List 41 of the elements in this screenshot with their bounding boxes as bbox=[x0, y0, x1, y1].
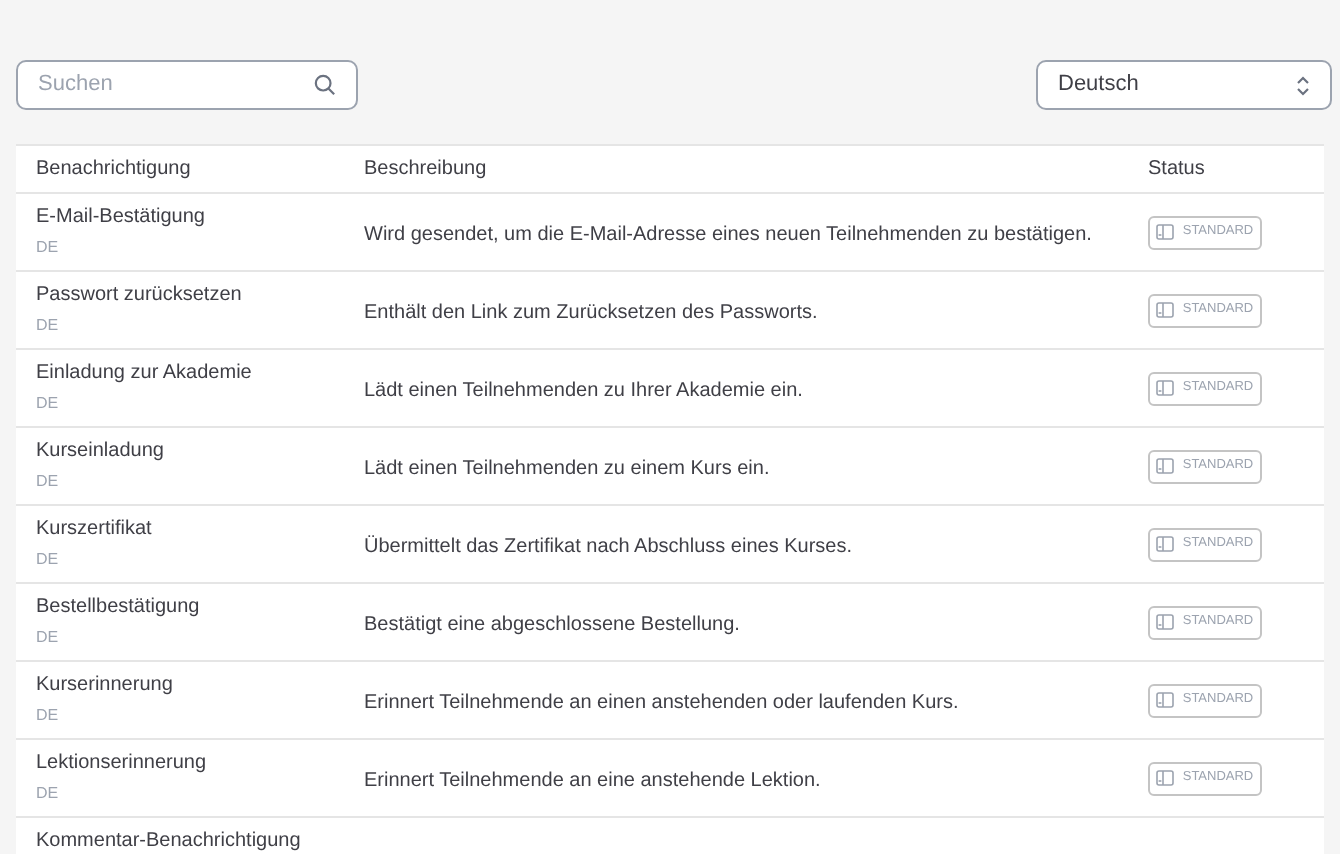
search-input[interactable]: Suchen bbox=[38, 68, 314, 102]
language-code: DE bbox=[36, 782, 61, 806]
template-icon bbox=[1156, 458, 1175, 474]
search-field[interactable]: Suchen bbox=[16, 60, 358, 110]
notification-name: Passwort zurücksetzen bbox=[36, 284, 244, 308]
language-code: DE bbox=[36, 236, 61, 260]
notification-name: Kurserinnerung bbox=[36, 674, 175, 698]
notification-description: Erinnert Teilnehmende an einen anstehenden oder laufenden Kurs. bbox=[364, 692, 959, 714]
language-code: DE bbox=[36, 626, 61, 650]
notification-name: Einladung zur Akademie bbox=[36, 362, 254, 386]
language-code: DE bbox=[36, 314, 61, 338]
notification-name: Kommentar-Benachrichtigung bbox=[36, 830, 303, 854]
chevron-up-down-icon bbox=[1296, 75, 1310, 95]
language-code: DE bbox=[36, 548, 61, 572]
notification-description: Enthält den Link zum Zurücksetzen des Passworts. bbox=[364, 302, 818, 324]
template-icon bbox=[1156, 536, 1175, 552]
search-icon bbox=[314, 74, 336, 96]
notification-description: Erinnert Teilnehmende an eine anstehende Lektion. bbox=[364, 770, 821, 792]
template-icon bbox=[1156, 614, 1175, 630]
template-icon bbox=[1156, 224, 1175, 240]
language-code: DE bbox=[36, 704, 61, 728]
language-select[interactable]: Deutsch bbox=[1036, 60, 1332, 110]
notification-description: Wird gesendet, um die E-Mail-Adresse eines neuen Teilnehmenden zu bestätigen. bbox=[364, 224, 1092, 246]
template-icon bbox=[1156, 770, 1175, 786]
notification-name: Lektionserinnerung bbox=[36, 752, 209, 776]
language-code: DE bbox=[36, 392, 61, 416]
notification-description: Lädt einen Teilnehmenden zu Ihrer Akademie ein. bbox=[364, 380, 803, 402]
column-header: Beschreibung bbox=[364, 156, 489, 184]
notification-name: E-Mail-Bestätigung bbox=[36, 206, 207, 230]
language-code: DE bbox=[36, 470, 61, 494]
template-icon bbox=[1156, 302, 1175, 318]
notification-name: Kurszertifikat bbox=[36, 518, 154, 542]
notification-description: Lädt einen Teilnehmenden zu einem Kurs ein. bbox=[364, 458, 770, 480]
notification-description: Bestätigt eine abgeschlossene Bestellung. bbox=[364, 614, 740, 636]
template-icon bbox=[1156, 380, 1175, 396]
notification-name: Bestellbestätigung bbox=[36, 596, 202, 620]
column-header: Status bbox=[1148, 156, 1207, 184]
column-header: Benachrichtigung bbox=[34, 156, 193, 184]
notification-description: Übermittelt das Zertifikat nach Abschluss eines Kurses. bbox=[364, 536, 852, 558]
template-icon bbox=[1156, 692, 1175, 708]
notification-name: Kurseinladung bbox=[36, 440, 166, 464]
